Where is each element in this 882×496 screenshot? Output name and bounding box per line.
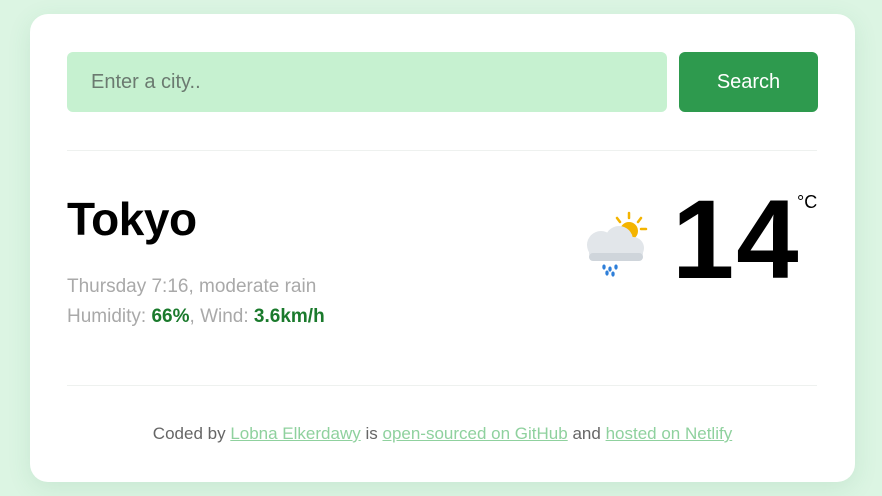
search-input[interactable] [67, 52, 667, 112]
footer-prefix: Coded by [152, 424, 226, 443]
netlify-link[interactable]: hosted on Netlify [606, 424, 733, 443]
search-button[interactable]: Search [679, 52, 818, 112]
wind-value: 3.6km/h [253, 306, 325, 327]
humidity-label: Humidity: [67, 306, 147, 327]
rain-cloud-sun-icon [587, 211, 648, 277]
humidity-value: 66% [151, 306, 190, 327]
author-link[interactable]: Lobna Elkerdawy [230, 424, 360, 443]
temperature-unit: °C [797, 192, 818, 212]
temperature-value: 14 [672, 177, 801, 302]
footer-mid1: is [365, 424, 378, 443]
weather-description: moderate rain [199, 276, 317, 297]
city-name: Tokyo [67, 193, 197, 245]
weather-card: Search Tokyo Thursday 7:16, moderate rai… [30, 14, 855, 482]
github-link[interactable]: open-sourced on GitHub [382, 424, 567, 443]
divider [67, 150, 817, 151]
footer: Coded by Lobna Elkerdawy is open-sourced… [30, 424, 855, 444]
weather-details: Thursday 7:16, moderate rain Humidity: 6… [67, 272, 325, 332]
datetime-description-line: Thursday 7:16, moderate rain [67, 276, 317, 297]
datetime: Thursday 7:16 [67, 276, 189, 297]
search-form: Search [67, 52, 818, 112]
humidity-wind-line: Humidity: 66%, Wind: 3.6km/h [67, 306, 325, 327]
divider [67, 385, 817, 386]
wind-label: Wind: [200, 306, 249, 327]
footer-mid2: and [572, 424, 601, 443]
